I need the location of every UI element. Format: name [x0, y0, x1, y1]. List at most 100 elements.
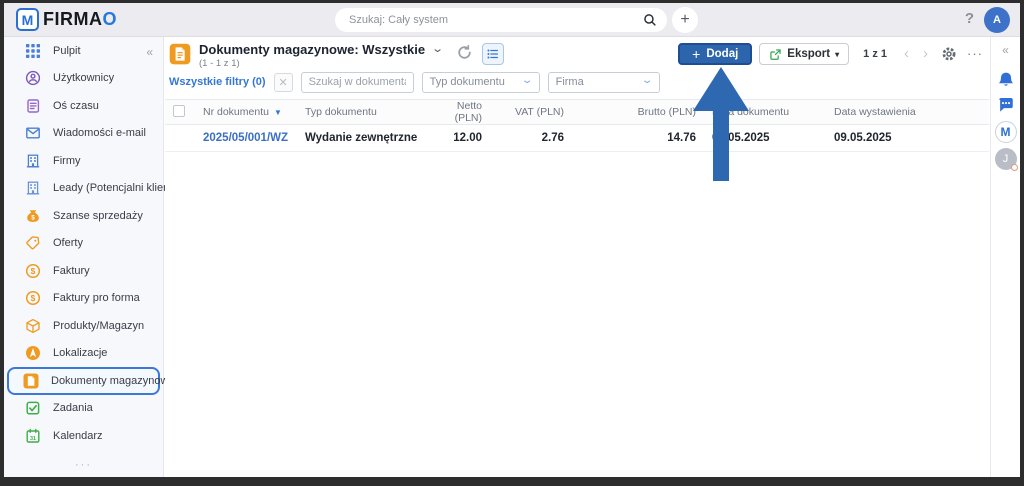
column-header[interactable]: Data dokumentu: [712, 106, 789, 118]
title-block: Dokumenty magazynowe: Wszystkie ⌄ (1 - 1…: [199, 43, 442, 69]
firmao-logo-icon: M: [16, 8, 39, 31]
building-icon: [25, 180, 41, 196]
dollar-circle-icon: $: [25, 290, 41, 306]
sidebar-item-label: Pulpit: [53, 45, 81, 57]
dollar-circle-icon: $: [25, 263, 41, 279]
sidebar-item-pulpit[interactable]: Pulpit: [7, 37, 160, 65]
user-circle-icon: [25, 70, 41, 86]
chevron-right-icon[interactable]: ›: [916, 44, 935, 64]
column-header[interactable]: Data wystawienia: [834, 106, 916, 118]
sidebar-item-label: Leady (Potencjalni klienci): [53, 182, 181, 194]
money-bag-icon: $: [25, 208, 41, 224]
refresh-icon[interactable]: [456, 44, 473, 61]
table-cell: Wydanie zewnętrzne: [305, 132, 417, 144]
svg-text:$: $: [31, 293, 36, 303]
sidebar-item-faktury-pro-forma[interactable]: $ Faktury pro forma: [7, 285, 160, 313]
select-chevron-down-icon: ⌄: [521, 75, 534, 86]
rail-collapse-icon[interactable]: «: [1002, 43, 1009, 57]
gear-icon[interactable]: [941, 46, 957, 62]
user-avatar[interactable]: A: [984, 7, 1010, 33]
title-chevron-down-icon[interactable]: ⌄: [431, 44, 444, 55]
column-header[interactable]: Brutto (PLN): [638, 106, 696, 118]
column-header[interactable]: Typ dokumentu: [305, 106, 377, 118]
table-row[interactable]: 2025/05/001/WZ Wydanie zewnętrzne 12.00 2.7…: [165, 125, 989, 152]
sidebar-item-label: Faktury: [53, 265, 90, 277]
sidebar-item-produkty-magazyn[interactable]: Produkty/Magazyn: [7, 312, 160, 340]
clear-filters-icon[interactable]: ✕: [274, 73, 293, 92]
sidebar-item-label: Użytkownicy: [53, 72, 114, 84]
export-button-label: Eksport: [787, 48, 830, 60]
sidebar-item-firmy[interactable]: Firmy: [7, 147, 160, 175]
sidebar-item-dokumenty-magazynowe[interactable]: Dokumenty magazynowe: [7, 367, 160, 395]
global-search-input[interactable]: Szukaj: Cały system: [335, 8, 667, 32]
building-icon: [25, 153, 41, 169]
table-cell: 2.76: [542, 132, 564, 144]
column-header[interactable]: Netto (PLN): [455, 100, 482, 124]
document-link[interactable]: 2025/05/001/WZ: [203, 132, 288, 144]
quick-add-button[interactable]: +: [672, 7, 698, 33]
firmao-logo[interactable]: M FIRMAO: [16, 8, 117, 31]
export-button[interactable]: Eksport ▾: [759, 43, 849, 65]
sidebar-item-label: Faktury pro forma: [53, 292, 140, 304]
app-window: M FIRMAO Szukaj: Cały system + ? A « Pul…: [4, 3, 1020, 477]
all-filters-link[interactable]: Wszystkie filtry (0): [169, 76, 266, 88]
sidebar-item-oferty[interactable]: Oferty: [7, 230, 160, 258]
sidebar-more-button[interactable]: ···: [4, 459, 163, 471]
topbar: M FIRMAO Szukaj: Cały system + ? A: [4, 3, 1020, 37]
document-search-input[interactable]: [301, 72, 414, 93]
sidebar-item-label: Firmy: [53, 155, 81, 167]
svg-text:$: $: [31, 214, 35, 221]
bell-icon[interactable]: [997, 71, 1015, 89]
global-search-placeholder: Szukaj: Cały system: [349, 14, 643, 26]
sidebar-item-wiadomości-e-mail[interactable]: Wiadomości e-mail: [7, 120, 160, 148]
table-cell: 09.05.2025: [834, 132, 892, 144]
search-icon[interactable]: [643, 13, 657, 27]
sort-desc-icon[interactable]: ▼: [274, 108, 282, 117]
document-type-select[interactable]: Typ dokumentu ⌄: [422, 72, 540, 93]
table-cell: 14.76: [667, 132, 696, 144]
screenshot-frame: M FIRMAO Szukaj: Cały system + ? A « Pul…: [0, 0, 1024, 486]
document-badge-icon: [23, 373, 39, 389]
document-type-placeholder: Typ dokumentu: [430, 76, 505, 88]
company-select[interactable]: Firma ⌄: [548, 72, 660, 93]
table-cell: 12.00: [453, 132, 482, 144]
sidebar-item-użytkownicy[interactable]: Użytkownicy: [7, 65, 160, 93]
avatar-initial: J: [1003, 153, 1009, 165]
column-header[interactable]: Nr dokumentu: [203, 106, 269, 118]
firmao-badge-icon[interactable]: M: [995, 121, 1017, 143]
select-all-checkbox[interactable]: [173, 105, 185, 117]
table-header-row: Nr dokumentu ▼ Typ dokumentu Netto (PLN) VAT…: [165, 100, 989, 125]
svg-text:$: $: [31, 266, 36, 276]
sidebar-item-faktury[interactable]: $ Faktury: [7, 257, 160, 285]
add-plus-icon: +: [692, 47, 700, 61]
sidebar-item-lokalizacje[interactable]: Lokalizacje: [7, 340, 160, 368]
add-button[interactable]: + Dodaj: [678, 43, 752, 65]
sidebar-item-label: Szanse sprzedaży: [53, 210, 143, 222]
chat-icon[interactable]: [997, 96, 1015, 114]
record-count: (1 - 1 z 1): [199, 59, 442, 69]
more-options-icon[interactable]: ···: [967, 45, 983, 63]
chevron-left-icon[interactable]: ‹: [897, 44, 916, 64]
add-button-label: Dodaj: [706, 48, 738, 60]
list-view-toggle[interactable]: [482, 43, 504, 65]
location-icon: [25, 345, 41, 361]
sidebar-item-label: Zadania: [53, 402, 93, 414]
user-avatar-secondary[interactable]: J: [995, 148, 1017, 170]
page-title[interactable]: Dokumenty magazynowe: Wszystkie: [199, 43, 425, 56]
sidebar-item-szanse-sprzedaży[interactable]: $ Szanse sprzedaży: [7, 202, 160, 230]
sidebar-item-label: Wiadomości e-mail: [53, 127, 146, 139]
table-cell: 09.05.2025: [712, 132, 770, 144]
sidebar-item-label: Dokumenty magazynowe: [51, 375, 175, 387]
select-chevron-down-icon: ⌄: [641, 75, 654, 86]
documents-table: Nr dokumentu ▼ Typ dokumentu Netto (PLN) VAT…: [165, 99, 989, 152]
sidebar-item-leady-potencjalni-klienci[interactable]: Leady (Potencjalni klienci): [7, 175, 160, 203]
sidebar-item-zadania[interactable]: Zadania: [7, 395, 160, 423]
help-icon[interactable]: ?: [965, 10, 974, 27]
company-placeholder: Firma: [556, 76, 584, 88]
sidebar-item-oś-czasu[interactable]: Oś czasu: [7, 92, 160, 120]
module-toolbar: Dokumenty magazynowe: Wszystkie ⌄ (1 - 1…: [165, 37, 989, 67]
main-content: Dokumenty magazynowe: Wszystkie ⌄ (1 - 1…: [165, 37, 989, 477]
sidebar-item-kalendarz[interactable]: 31Kalendarz: [7, 422, 160, 450]
column-header[interactable]: VAT (PLN): [515, 106, 564, 118]
sidebar-item-label: Oferty: [53, 237, 83, 249]
